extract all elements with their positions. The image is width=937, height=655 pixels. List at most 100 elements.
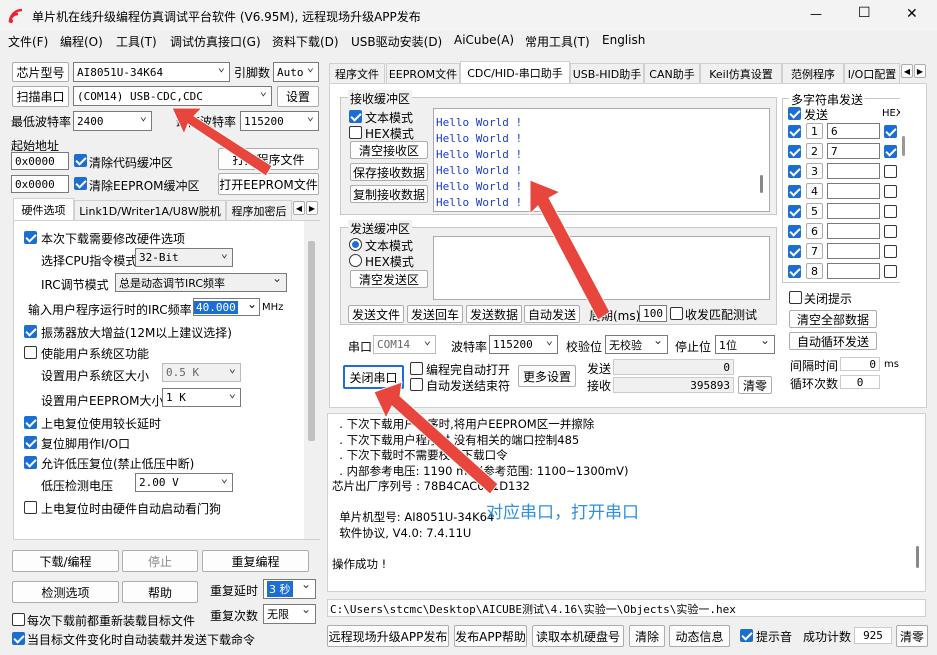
log-scroll-thumb[interactable] [916,546,919,568]
multi-row-hex-checkbox[interactable] [884,265,897,278]
cpu-mode-select[interactable]: 32-Bit [135,248,233,267]
multi-row-input[interactable] [827,183,880,199]
multi-row-hex-checkbox[interactable] [884,205,897,218]
receive-text-area[interactable]: Hello World ! Hello World ! Hello World … [433,108,770,212]
multi-row-send-button[interactable]: 4 [806,183,823,199]
period-input[interactable]: 100 [639,305,667,322]
port-select[interactable]: (COM14) USB-CDC,CDC [73,86,272,106]
send-file-button[interactable]: 发送文件 [348,305,404,323]
tab-keil[interactable]: Keil仿真设置 [700,63,782,83]
tab-offline[interactable]: Link1D/Writer1A/U8W脱机 [74,200,226,220]
multi-row-input[interactable] [827,243,880,259]
clear-receive-button[interactable]: 清空接收区 [350,141,428,159]
pin-count-select[interactable]: Auto [273,62,319,82]
read-disk-button[interactable]: 读取本机硬盘号 [532,625,624,647]
irc-mode-select[interactable]: 总是动态调节IRC频率 [115,273,287,292]
multi-row-hex-checkbox[interactable] [884,245,897,258]
irc-frequency-dropdown-icon[interactable]: ⌄ [247,297,257,311]
long-reset-delay-checkbox[interactable] [24,416,37,429]
multi-row-send-button[interactable]: 8 [806,263,823,279]
send-text-area[interactable] [433,236,770,300]
close-hint-checkbox[interactable] [789,291,802,304]
tab-scroll-right[interactable]: ▶ [306,201,318,215]
multi-row-input[interactable]: 7 [827,143,880,159]
close-serial-port-button[interactable]: 关闭串口 [343,365,404,389]
menu-file[interactable]: 文件(F) [8,33,48,50]
log-scrollbar[interactable] [911,414,925,591]
tab-encrypt[interactable]: 程序加密后 [226,200,292,220]
multi-row-hex-checkbox[interactable] [884,125,897,138]
close-button[interactable]: ✕ [906,6,918,22]
receive-scroll-thumb[interactable] [760,175,763,193]
menu-debug[interactable]: 调试仿真接口(G) [170,33,261,50]
port-settings-button[interactable]: 设置 [277,86,319,107]
reload-before-download-checkbox[interactable] [12,613,25,626]
multi-row-send-button[interactable]: 1 [806,123,823,139]
interval-input[interactable]: 0 [840,357,880,371]
multi-row-hex-checkbox[interactable] [884,225,897,238]
menu-usb-driver[interactable]: USB驱动安装(D) [351,33,442,50]
hw-options-scrollbar[interactable] [304,221,320,539]
dynamic-info-button[interactable]: 动态信息 [669,625,730,647]
serial-port-select[interactable]: COM14 [373,335,436,354]
tab-io-config[interactable]: I/O口配置 [844,63,900,83]
receive-hex-mode-checkbox[interactable] [349,126,362,139]
baud-rate-select[interactable]: 115200 [489,335,558,354]
repeat-count-select[interactable]: 无限 [263,604,316,624]
multi-row-send-checkbox[interactable] [788,125,801,138]
send-hex-mode-radio[interactable] [349,254,362,267]
menu-program[interactable]: 编程(O) [60,33,103,50]
tab-usb-hid[interactable]: USB-HID助手 [570,63,644,83]
reset-pin-io-checkbox[interactable] [24,436,37,449]
system-area-size-select[interactable]: 0.5 K [162,363,241,382]
send-data-button[interactable]: 发送数据 [466,305,522,323]
multi-row-hex-checkbox[interactable] [884,165,897,178]
clear-log-button[interactable]: 清除 [629,625,665,647]
watchdog-checkbox[interactable] [24,501,37,514]
clear-counters-button[interactable]: 清零 [738,376,772,394]
chip-model-select[interactable]: AI8051U-34K64 [73,62,230,82]
tab-examples[interactable]: 范例程序 [782,63,844,83]
receive-text-mode-checkbox[interactable] [349,110,362,123]
stop-bit-select[interactable]: 1位 [715,335,775,354]
multi-string-scrollbar[interactable] [900,98,908,283]
auto-loop-send-button[interactable]: 自动循环发送 [789,332,877,350]
osc-gain-checkbox[interactable] [24,325,37,338]
tab-can[interactable]: CAN助手 [644,63,700,83]
low-voltage-reset-checkbox[interactable] [24,456,37,469]
modify-hw-checkbox[interactable] [24,231,37,244]
multi-row-send-checkbox[interactable] [788,145,801,158]
stop-button[interactable]: 停止 [122,550,198,572]
more-settings-button[interactable]: 更多设置 [518,365,576,387]
reprogram-button[interactable]: 重复编程 [202,550,309,572]
multi-send-all-checkbox[interactable] [788,107,801,120]
open-program-file-button[interactable]: 打开程序文件 [218,148,319,170]
tab-program-file[interactable]: 程序文件 [329,63,385,83]
multi-string-scroll-thumb[interactable] [902,136,905,156]
scan-port-button[interactable]: 扫描串口 [12,86,69,107]
multi-row-send-checkbox[interactable] [788,265,801,278]
auto-load-checkbox[interactable] [12,632,25,645]
multi-row-send-button[interactable]: 3 [806,163,823,179]
tab-serial-assistant[interactable]: CDC/HID-串口助手 [460,61,570,83]
repeat-delay-select[interactable]: 3 秒 [263,579,316,599]
multi-row-input[interactable] [827,203,880,219]
menu-common-tools[interactable]: 常用工具(T) [525,33,590,50]
multi-row-hex-checkbox[interactable] [884,145,897,158]
send-terminator-checkbox[interactable] [410,378,423,391]
multi-row-input[interactable] [827,263,880,279]
code-address-input[interactable]: 0x0000 [11,152,69,170]
menu-download[interactable]: 资料下载(D) [272,33,339,50]
send-text-mode-radio[interactable] [349,238,362,251]
multi-row-send-checkbox[interactable] [788,165,801,178]
tab-hardware-options[interactable]: 硬件选项 [13,198,74,220]
multi-row-send-checkbox[interactable] [788,225,801,238]
clear-all-data-button[interactable]: 清空全部数据 [789,310,877,328]
multi-row-send-checkbox[interactable] [788,205,801,218]
copy-receive-button[interactable]: 复制接收数据 [350,185,428,203]
help-button[interactable]: 帮助 [122,581,198,603]
minimize-button[interactable]: — [810,7,822,21]
clear-eeprom-checkbox[interactable] [74,177,87,190]
publish-help-button[interactable]: 发布APP帮助 [454,625,527,647]
clear-code-checkbox[interactable] [74,154,87,167]
